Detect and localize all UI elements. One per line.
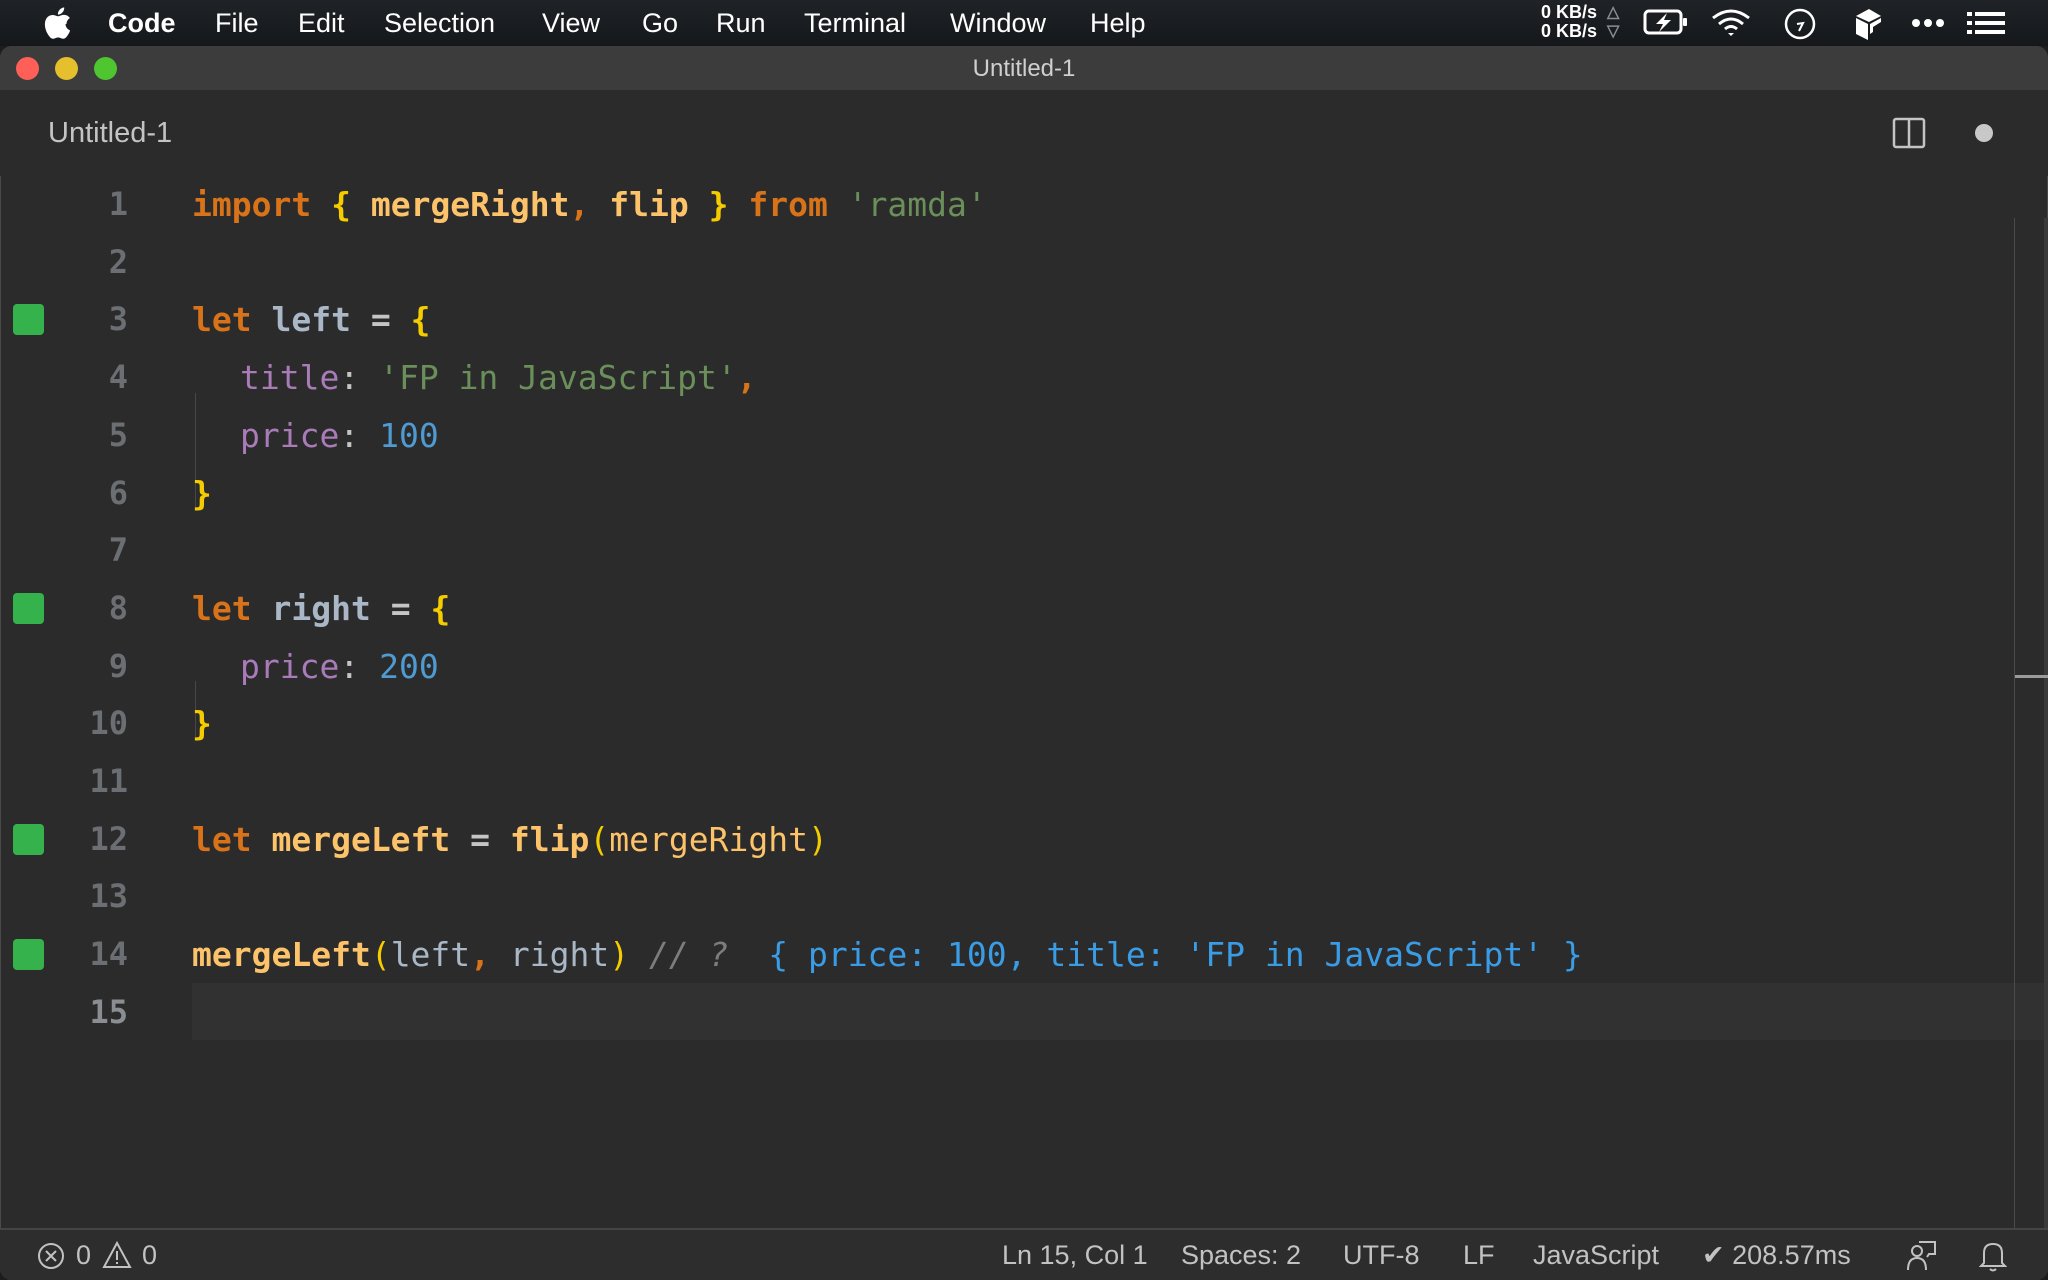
line-number: 10 [89,704,128,743]
download-rate: 0 KB/s [1541,21,1598,41]
quokka-inline-result: { price: 100, title: 'FP in JavaScript' … [728,935,1583,975]
language-mode[interactable]: JavaScript [1533,1239,1659,1271]
line-number: 12 [89,819,128,858]
code-line-3: let left = { [192,300,431,340]
gutter-line: 13 [0,868,2048,926]
gutter-line: 7 [0,522,2048,580]
gutter-line: 10 [0,695,2048,753]
code-line-5: price: 100 [240,415,439,455]
code-editor[interactable]: 1 2 3 4 5 6 7 8 9 10 11 12 13 14 15 import { mergeRigh… [0,176,2048,1226]
title-bar[interactable]: Untitled-1 [0,46,2048,91]
gutter-line: 11 [0,753,2048,811]
cursor-position-marker [2015,675,2048,678]
code-line-12: let mergeLeft = flip(mergeRight) [192,819,828,859]
wifi-icon[interactable] [1710,8,1752,38]
status-bar: 0 0 Ln 15, Col 1 Spaces: 2 UTF-8 LF Java… [0,1228,2048,1280]
warning-icon[interactable] [102,1241,132,1269]
menu-run[interactable]: Run [716,7,766,39]
line-number: 11 [89,762,128,800]
upload-rate: 0 KB/s [1541,2,1598,22]
unsaved-changes-dot-icon[interactable] [1975,124,1993,142]
menu-terminal[interactable]: Terminal [804,7,906,39]
menu-go[interactable]: Go [642,7,678,39]
line-number: 1 [108,185,128,223]
line-number: 5 [108,415,128,454]
line-number: 15 [89,992,128,1031]
menu-app-code[interactable]: Code [108,7,176,39]
menu-window[interactable]: Window [950,7,1046,39]
code-line-8: let right = { [192,588,451,628]
menu-help[interactable]: Help [1090,7,1146,39]
code-line-4: title: 'FP in JavaScript', [240,358,757,398]
menu-bar: Code File Edit Selection View Go Run Ter… [0,0,2048,46]
error-count[interactable]: 0 [76,1239,91,1271]
network-monitor[interactable]: 0 KB/s 0 KB/s △ ▽ [1541,2,1619,41]
feedback-icon[interactable] [1905,1240,1937,1272]
line-number: 3 [108,300,128,339]
indentation[interactable]: Spaces: 2 [1181,1239,1301,1271]
split-editor-icon[interactable] [1892,117,1926,149]
warning-count[interactable]: 0 [142,1239,157,1271]
list-icon[interactable] [1967,8,2005,38]
code-line-10: } [192,704,212,744]
quokka-timing[interactable]: ✔ 208.57ms [1702,1239,1851,1271]
vscode-window: Untitled-1 Untitled-1 1 2 3 4 5 6 7 8 9 10 11 12 13 1… [0,46,2048,1280]
code-line-9: price: 200 [240,646,439,686]
apple-logo-icon[interactable] [42,6,72,40]
line-number: 7 [108,531,128,570]
end-of-line[interactable]: LF [1463,1239,1495,1271]
gutter-line: 15 [0,984,2048,1042]
line-number: 9 [108,646,128,685]
tab-untitled-1[interactable]: Untitled-1 [48,117,172,150]
vertical-scrollbar[interactable] [2044,218,2048,1274]
editor-tab-bar: Untitled-1 [0,90,2048,176]
line-number: 6 [108,473,128,512]
line-number: 14 [89,935,128,974]
error-icon[interactable] [37,1242,65,1270]
menu-selection[interactable]: Selection [384,7,495,39]
battery-charging-icon[interactable] [1643,8,1689,36]
gutter-line: 6 [0,465,2048,523]
menu-view[interactable]: View [542,7,600,39]
encoding[interactable]: UTF-8 [1343,1239,1420,1271]
menu-edit[interactable]: Edit [298,7,345,39]
code-line-14: mergeLeft(left, right) // ? { price: 100… [192,935,1583,975]
line-number: 4 [108,358,128,397]
gutter-line: 2 [0,234,2048,292]
network-arrows-icon: △ ▽ [1607,4,1620,40]
cursor-position[interactable]: Ln 15, Col 1 [1002,1239,1148,1271]
code-line-1: import { mergeRight, flip } from 'ramda' [192,185,987,224]
more-icon[interactable] [1911,8,1945,38]
window-title: Untitled-1 [972,55,1076,82]
box-app-icon[interactable] [1853,8,1883,42]
notifications-bell-icon[interactable] [1979,1239,2007,1273]
code-line-6: } [192,473,212,513]
line-number: 8 [108,588,128,627]
line-number: 13 [89,877,128,916]
menu-file[interactable]: File [215,7,259,39]
overview-ruler [2014,218,2015,1274]
line-number: 2 [108,242,128,281]
clock-icon[interactable] [1783,8,1817,42]
